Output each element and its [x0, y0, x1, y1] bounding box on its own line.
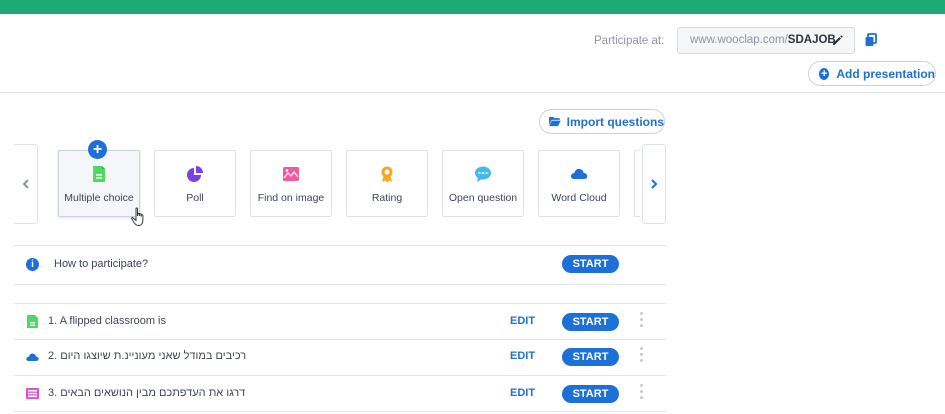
carousel-next-button[interactable] — [642, 144, 666, 224]
question-text: רכיבים במודל שאני מעוניינ.ת שיוצגו היום … — [48, 350, 247, 362]
find-on-image-icon — [283, 167, 299, 181]
how-to-participate-label: How to participate? — [54, 258, 149, 270]
chevron-left-icon — [22, 179, 29, 189]
start-button[interactable]: START — [562, 348, 619, 366]
import-questions-label: Import questions — [566, 114, 664, 129]
top-accent-bar — [0, 0, 945, 14]
more-options-icon[interactable] — [640, 312, 644, 330]
chevron-right-icon — [651, 179, 658, 189]
how-to-participate-row: i How to participate? START — [14, 254, 666, 276]
info-icon: i — [26, 258, 39, 271]
row-divider — [14, 375, 666, 376]
url-prefix: www.wooclap.com/ — [690, 34, 788, 46]
participation-url-field[interactable]: www.wooclap.com/SDAJOB — [677, 27, 855, 54]
row-divider — [14, 303, 666, 304]
word-cloud-icon — [570, 168, 588, 179]
copy-icon[interactable] — [864, 33, 878, 47]
start-button[interactable]: START — [562, 255, 619, 273]
event-code: SDAJOB — [787, 34, 836, 46]
import-questions-button[interactable]: Import questions — [539, 109, 665, 134]
question-type-multiple-choice[interactable]: Multiple choice — [58, 150, 140, 217]
poll-icon — [187, 166, 203, 182]
question-type-label: Open question — [448, 192, 518, 204]
open-question-icon — [475, 166, 491, 182]
question-type-label: Word Cloud — [551, 192, 607, 204]
question-type-open-question[interactable]: Open question — [442, 150, 524, 217]
row-divider — [14, 411, 666, 412]
question-row[interactable]: דרגו את העדפתכם מבין הנושאים הבאים .3 ED… — [14, 383, 666, 405]
add-presentation-button[interactable]: + Add presentation — [808, 61, 936, 86]
row-divider — [14, 245, 666, 246]
ranking-icon — [26, 388, 39, 399]
question-type-label: Poll — [186, 192, 204, 204]
hand-cursor-icon — [131, 207, 144, 226]
question-type-label: Rating — [371, 192, 403, 204]
multiple-choice-icon — [93, 166, 105, 182]
edit-button[interactable]: EDIT — [510, 387, 535, 399]
question-type-find-on-image[interactable]: Find on image — [250, 150, 332, 217]
header-divider — [0, 92, 945, 93]
question-type-label: Find on image — [257, 192, 325, 204]
question-type-word-cloud[interactable]: Word Cloud — [538, 150, 620, 217]
start-button[interactable]: START — [562, 313, 619, 331]
more-options-icon[interactable] — [640, 384, 644, 402]
question-type-card-partial — [634, 150, 640, 217]
multiple-choice-icon — [27, 315, 38, 328]
edit-button[interactable]: EDIT — [510, 315, 535, 327]
question-text: 1. A flipped classroom is — [48, 315, 167, 327]
participate-label: Participate at: — [594, 35, 665, 47]
plus-circle-icon: + — [819, 67, 830, 80]
pencil-icon[interactable] — [832, 34, 844, 46]
row-divider — [14, 284, 666, 285]
question-text: דרגו את העדפתכם מבין הנושאים הבאים .3 — [48, 387, 246, 399]
add-question-badge[interactable]: + — [88, 140, 107, 159]
word-cloud-icon — [26, 353, 39, 361]
more-options-icon[interactable] — [640, 347, 644, 365]
edit-button[interactable]: EDIT — [510, 350, 535, 362]
start-button[interactable]: START — [562, 385, 619, 403]
folder-icon — [549, 116, 561, 127]
question-type-rating[interactable]: Rating — [346, 150, 428, 217]
add-presentation-label: Add presentation — [836, 66, 935, 81]
question-row[interactable]: 1. A flipped classroom is EDIT START — [14, 311, 666, 333]
row-divider — [14, 339, 666, 340]
question-type-label: Multiple choice — [64, 192, 134, 204]
rating-icon — [381, 166, 393, 183]
carousel-prev-button[interactable] — [14, 144, 38, 224]
question-type-poll[interactable]: Poll — [154, 150, 236, 217]
question-row[interactable]: רכיבים במודל שאני מעוניינ.ת שיוצגו היום … — [14, 346, 666, 368]
